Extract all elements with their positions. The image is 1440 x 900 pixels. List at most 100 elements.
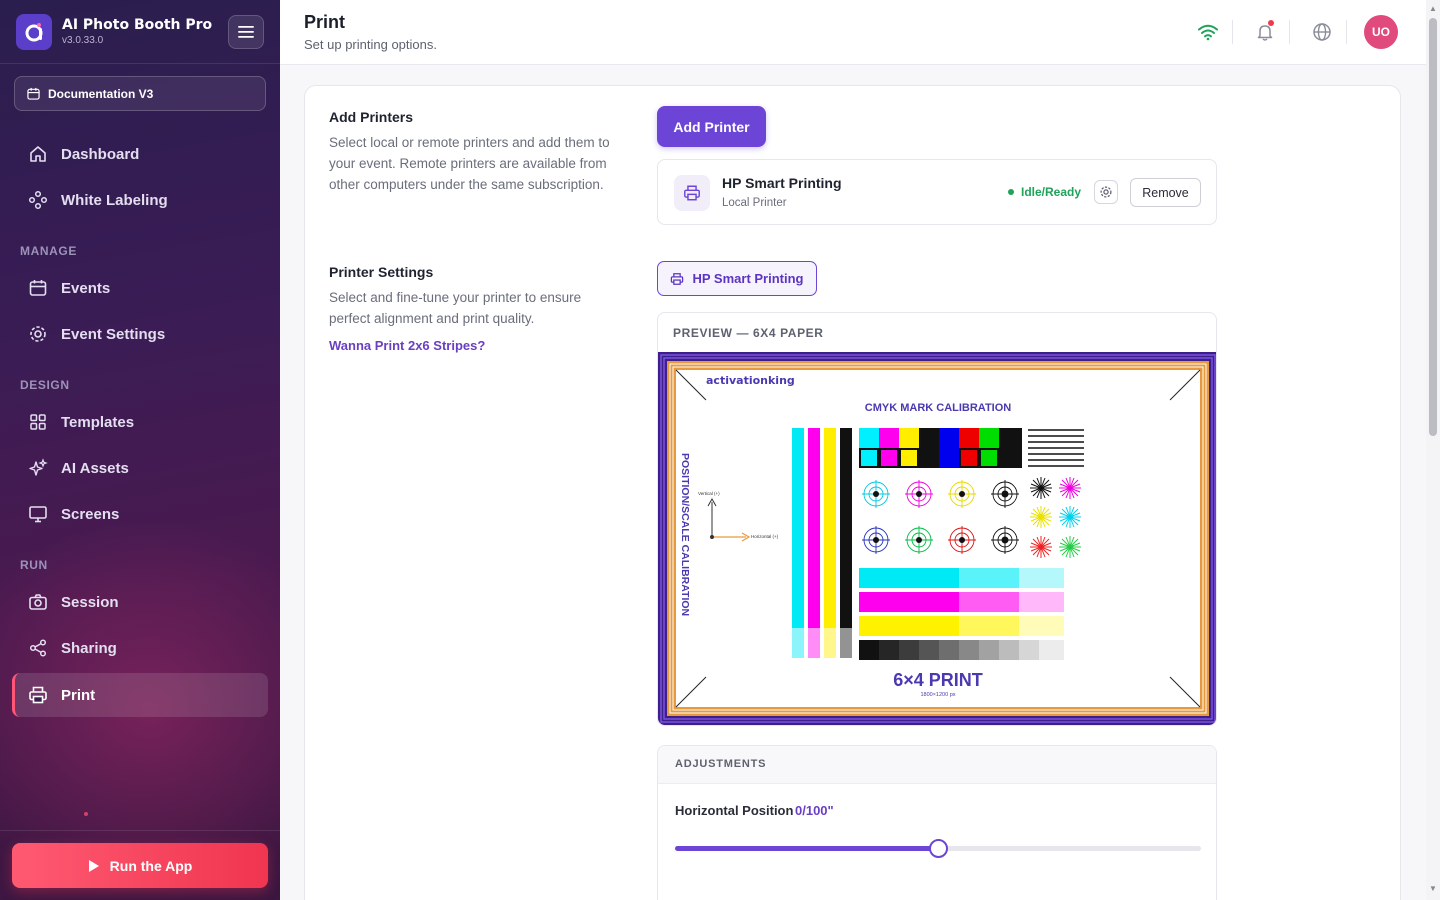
printer-icon <box>671 272 684 285</box>
brand: AI Photo Booth Pro v3.0.33.0 <box>16 14 212 50</box>
sidebar-item-label: Events <box>61 279 111 297</box>
sidebar-item-event-settings[interactable]: Event Settings <box>12 312 268 356</box>
sidebar-item-print[interactable]: Print <box>12 673 268 717</box>
sidebar-item-label: Session <box>61 593 119 611</box>
page-scrollbar[interactable]: ▲ ▼ <box>1426 0 1440 900</box>
sidebar-item-session[interactable]: Session <box>12 580 268 624</box>
horizontal-axis-label: Horizontal (+) <box>751 534 779 539</box>
horizontal-position-label: Horizontal Position <box>675 803 794 818</box>
scroll-down-arrow-icon[interactable]: ▼ <box>1429 884 1437 893</box>
sidebar-item-label: AI Assets <box>61 459 129 477</box>
stripes-link[interactable]: Wanna Print 2x6 Stripes? <box>329 338 485 353</box>
magenta-ramp <box>859 592 1064 612</box>
adjustments-heading: ADJUSTMENTS <box>658 746 1216 784</box>
printer-status-text: Idle/Ready <box>1021 185 1082 199</box>
event-selector[interactable]: Documentation V3 <box>14 76 266 111</box>
printer-settings-button[interactable] <box>1094 180 1118 204</box>
gear-icon <box>28 324 48 344</box>
app-name: AI Photo Booth Pro <box>62 17 213 33</box>
sidebar-item-label: Dashboard <box>61 145 140 163</box>
sparkles-icon <box>28 458 48 478</box>
add-printer-button[interactable]: Add Printer <box>657 106 766 147</box>
cyan-ramp <box>859 568 1064 588</box>
calendar-small-icon <box>27 87 40 100</box>
scrollbar-thumb[interactable] <box>1429 18 1437 436</box>
calibration-preview-canvas: activationking CMYK MARK CALIBRATION POS… <box>658 352 1216 725</box>
status-dot <box>1008 189 1014 195</box>
notification-dot <box>1268 20 1274 26</box>
header-separator <box>1232 20 1233 44</box>
selected-printer-button[interactable]: HP Smart Printing <box>657 261 817 296</box>
header-separator <box>1289 20 1290 44</box>
sidebar-item-templates[interactable]: Templates <box>12 400 268 444</box>
scroll-up-arrow-icon[interactable]: ▲ <box>1429 4 1437 13</box>
top-header: Print Set up printing options. UO <box>280 0 1426 65</box>
printer-settings-description: Select and fine-tune your printer to ens… <box>329 290 582 326</box>
sidebar-item-ai-assets[interactable]: AI Assets <box>12 446 268 490</box>
monitor-icon <box>28 504 48 524</box>
sidebar-item-label: White Labeling <box>61 191 168 209</box>
add-printers-description: Select local or remote printers and add … <box>329 135 610 192</box>
yellow-ramp <box>859 616 1064 636</box>
sidebar-divider <box>0 63 280 64</box>
sidebar-item-screens[interactable]: Screens <box>12 492 268 536</box>
slider-thumb[interactable] <box>929 839 948 858</box>
horizontal-position-slider[interactable] <box>675 839 1201 858</box>
user-avatar[interactable]: UO <box>1364 15 1398 49</box>
sidebar-item-sharing[interactable]: Sharing <box>12 626 268 670</box>
print-preview-panel: PREVIEW — 6X4 PAPER activationking CMYK … <box>657 312 1217 726</box>
wifi-status[interactable] <box>1196 20 1220 44</box>
camera-icon <box>28 592 48 612</box>
sidebar-item-dashboard[interactable]: Dashboard <box>12 132 268 176</box>
page-title: Print <box>304 12 346 32</box>
printer-type: Local Printer <box>722 197 787 209</box>
remove-printer-button[interactable]: Remove <box>1130 178 1201 207</box>
black-ramp <box>859 640 1064 660</box>
menu-toggle-button[interactable] <box>228 15 264 49</box>
adjustments-panel: ADJUSTMENTS Horizontal Position 0/100" <box>657 745 1217 900</box>
sidebar-item-label: Sharing <box>61 639 117 657</box>
sidebar-bottom-divider <box>0 830 280 831</box>
notifications-button[interactable] <box>1253 20 1277 44</box>
print-size-label: 6×4 PRINT <box>893 670 983 690</box>
line-pattern <box>1028 429 1084 467</box>
app-version: v3.0.33.0 <box>62 35 104 46</box>
vertical-axis-label: Vertical (+) <box>698 491 720 496</box>
preview-brand-logo: activationking <box>706 374 795 387</box>
printer-icon <box>674 175 710 211</box>
sidebar-item-events[interactable]: Events <box>12 266 268 310</box>
sidebar-dot <box>84 812 88 816</box>
slider-fill <box>675 846 938 851</box>
section-manage: MANAGE <box>20 244 77 258</box>
add-printers-title: Add Printers <box>329 109 414 125</box>
sidebar-item-white-labeling[interactable]: White Labeling <box>12 178 268 222</box>
printer-name: HP Smart Printing <box>722 175 842 191</box>
print-pixel-size: 1800×1200 px <box>920 692 955 698</box>
printer-icon <box>28 685 48 705</box>
globe-icon <box>1313 23 1331 41</box>
run-app-button[interactable]: Run the App <box>12 843 268 888</box>
hamburger-icon <box>238 26 254 38</box>
sidebar-item-label: Event Settings <box>61 325 166 343</box>
preview-heading: PREVIEW — 6X4 PAPER <box>673 326 824 340</box>
printer-row: HP Smart Printing Local Printer Idle/Rea… <box>657 159 1217 225</box>
play-icon <box>88 859 99 872</box>
home-icon <box>28 144 48 164</box>
app-logo-icon <box>16 14 52 50</box>
gear-icon <box>1100 186 1112 198</box>
sidebar-item-label: Print <box>61 686 96 704</box>
sidebar-item-label: Screens <box>61 505 120 523</box>
calendar-icon <box>28 278 48 298</box>
page-subtitle: Set up printing options. <box>304 37 437 52</box>
calibration-title: CMYK MARK CALIBRATION <box>865 402 1012 414</box>
wifi-icon <box>1198 24 1218 41</box>
share-icon <box>28 638 48 658</box>
grid-icon <box>28 412 48 432</box>
printer-settings-title: Printer Settings <box>329 264 434 280</box>
printer-status-badge: Idle/Ready <box>1008 185 1081 199</box>
side-calibration-label: POSITION/SCALE CALIBRATION <box>679 453 691 616</box>
section-design: DESIGN <box>20 378 70 392</box>
language-button[interactable] <box>1310 20 1334 44</box>
header-separator <box>1346 20 1347 44</box>
section-run: RUN <box>20 558 48 572</box>
